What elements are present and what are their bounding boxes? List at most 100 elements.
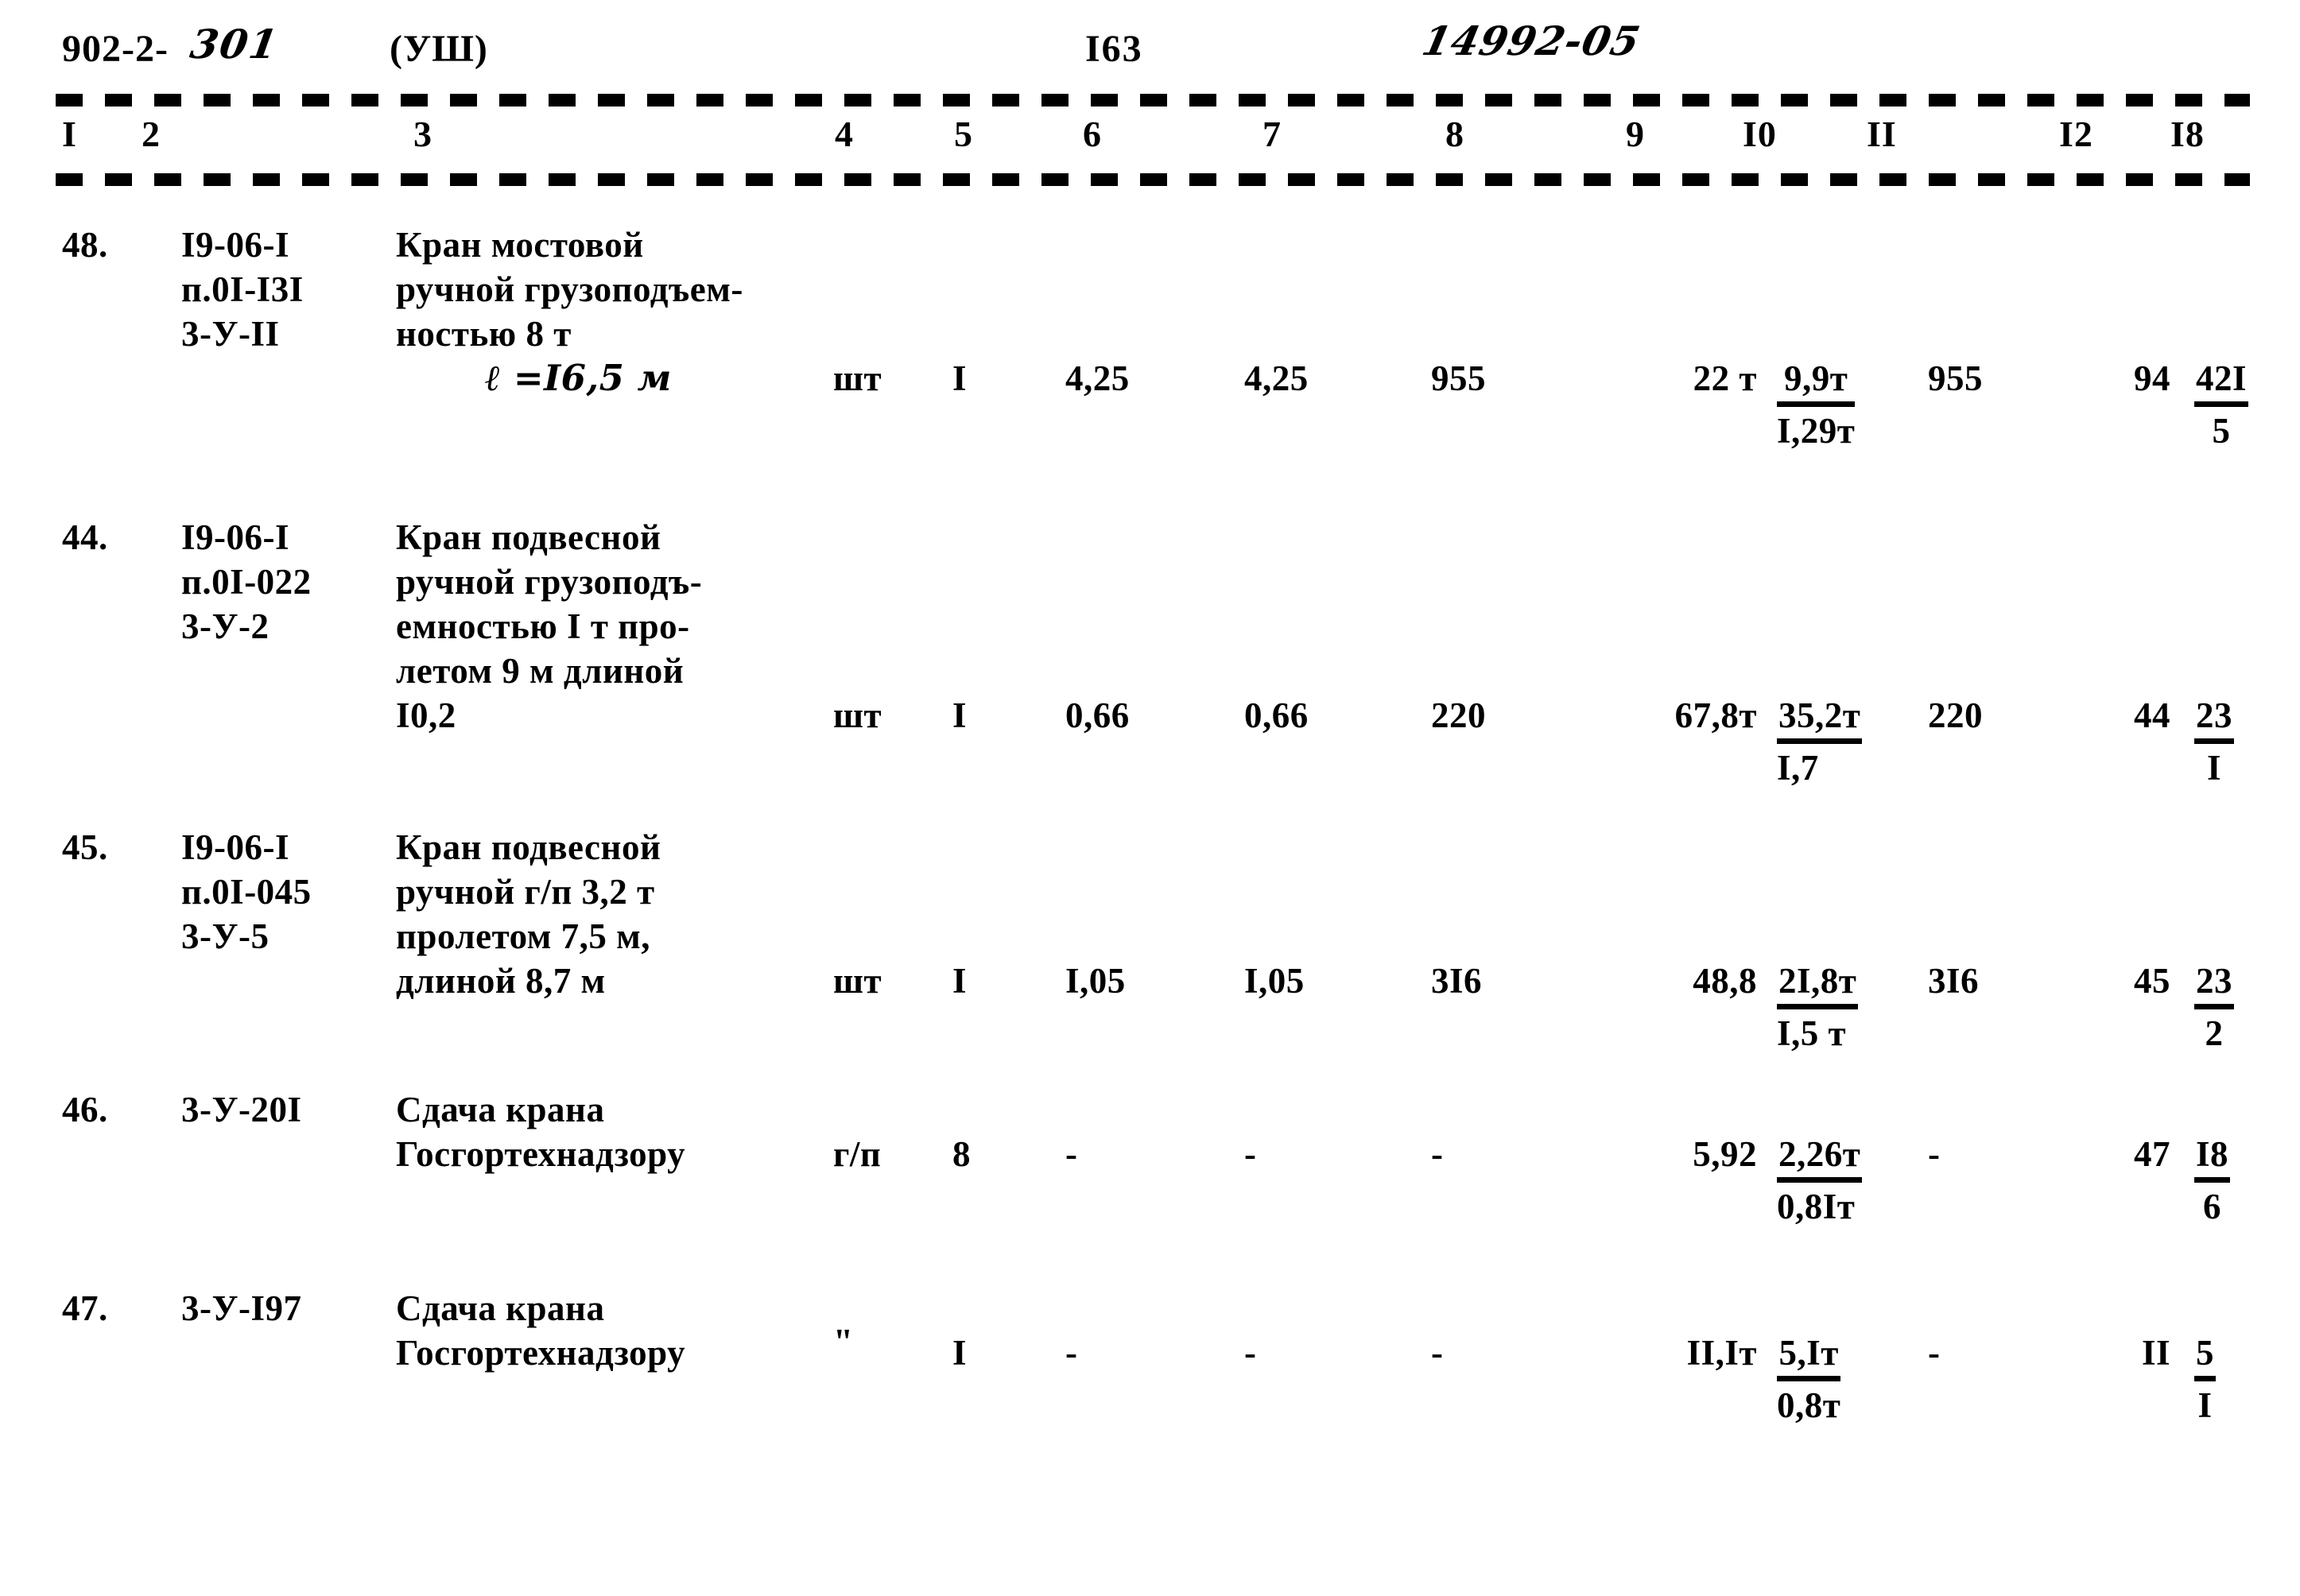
- fraction-numerator: 9,9т: [1777, 356, 1856, 407]
- row-col8: -: [1431, 1134, 1444, 1174]
- handwritten-album-number: 301: [187, 21, 283, 68]
- column-header-11: II: [1867, 114, 1897, 154]
- row-description-line: ручной грузоподъ-: [396, 562, 703, 602]
- row-col12: II: [2141, 1333, 2170, 1373]
- row-unit: ": [833, 1322, 853, 1362]
- row-col13-fraction: 23 I: [2194, 693, 2300, 790]
- series-code: 902-2-: [62, 28, 169, 70]
- dashed-rule-bottom: [56, 173, 2250, 186]
- row-col10-fraction: 2I,8т I,5 т: [1777, 959, 1928, 1056]
- row-code-line: 3-У-5: [181, 916, 270, 956]
- row-number: 44.: [62, 517, 108, 557]
- fraction-denominator: I,7: [1777, 748, 1819, 788]
- row-col9: 48,8: [1693, 961, 1757, 1001]
- row-col6: 0,66: [1065, 695, 1130, 735]
- row-col12: 94: [2134, 358, 2170, 398]
- row-col10-fraction: 35,2т I,7: [1777, 693, 1928, 790]
- row-description-line: Госгортехнадзору: [396, 1333, 686, 1373]
- row-description-line: Кран подвесной: [396, 517, 661, 557]
- row-col11: 3I6: [1928, 961, 1980, 1001]
- row-description-line: ручной грузоподъем-: [396, 269, 743, 309]
- row-quantity: I: [952, 358, 968, 398]
- row-description-line: Кран подвесной: [396, 827, 661, 867]
- fraction-numerator: 5,Iт: [1777, 1331, 1841, 1381]
- column-header-9: 9: [1626, 114, 1645, 154]
- row-code-line: п.0I-022: [181, 562, 312, 602]
- row-description-line: емностью I т про-: [396, 606, 690, 646]
- row-col12: 45: [2134, 961, 2170, 1001]
- row-col11: 955: [1928, 358, 1983, 398]
- row-number: 46.: [62, 1090, 108, 1129]
- row-col9: 67,8т: [1674, 695, 1757, 735]
- row-code-line: I9-06-I: [181, 225, 289, 265]
- row-description-line: I0,2: [396, 695, 456, 735]
- fraction-denominator: I: [2197, 1385, 2213, 1425]
- row-description-line: пролетом 7,5 м,: [396, 916, 651, 956]
- column-header-10: I0: [1743, 114, 1777, 154]
- row-number: 47.: [62, 1288, 108, 1328]
- column-header-8: 8: [1445, 114, 1464, 154]
- fraction-numerator: 23: [2194, 693, 2234, 744]
- document-header: 902-2- 301 (УШ) I63 14992-05: [0, 16, 2300, 84]
- table-row: 47. 3-У-I97 Сдача крана Госгортехнадзору…: [0, 1273, 2300, 1472]
- row-col10-fraction: 2,26т 0,8Iт: [1777, 1132, 1928, 1229]
- fraction-denominator: I,5 т: [1777, 1013, 1847, 1053]
- fraction-numerator: 23: [2194, 959, 2234, 1009]
- row-description-line: длиной 8,7 м: [396, 961, 606, 1001]
- row-col7: I,05: [1244, 961, 1305, 1001]
- row-col10-fraction: 9,9т I,29т: [1777, 356, 1928, 453]
- row-unit: г/п: [833, 1134, 882, 1174]
- row-col6: -: [1065, 1333, 1078, 1373]
- fraction-numerator: 2,26т: [1777, 1132, 1863, 1183]
- row-code-line: п.0I-I3I: [181, 269, 304, 309]
- column-header-7: 7: [1262, 114, 1282, 154]
- row-col13-fraction: I8 6: [2194, 1132, 2300, 1229]
- row-code-line: 3-У-I97: [181, 1288, 302, 1328]
- column-header-4: 4: [835, 114, 854, 154]
- fraction-denominator: I,29т: [1777, 411, 1856, 451]
- row-col13-fraction: 5I: [2194, 1331, 2300, 1427]
- row-col13-fraction: 42I 5: [2194, 356, 2300, 453]
- dashed-rule-top: [56, 94, 2250, 107]
- fraction-denominator: 0,8Iт: [1777, 1187, 1856, 1226]
- scanned-document-page: 902-2- 301 (УШ) I63 14992-05 I 2 3 4 5 6…: [0, 0, 2300, 1596]
- row-col11: -: [1928, 1333, 1941, 1373]
- row-code-line: 3-У-20I: [181, 1090, 302, 1129]
- row-quantity: I: [952, 1333, 968, 1373]
- table-row: 45. I9-06-I п.0I-045 3-У-5 Кран подвесно…: [0, 811, 2300, 1075]
- row-number: 48.: [62, 225, 108, 265]
- row-code-line: 3-У-II: [181, 314, 280, 354]
- row-unit: шт: [833, 358, 882, 398]
- row-col11: 220: [1928, 695, 1983, 735]
- fraction-denominator: I: [2206, 748, 2221, 788]
- row-unit: шт: [833, 961, 882, 1001]
- table-row: 44. I9-06-I п.0I-022 3-У-2 Кран подвесно…: [0, 501, 2300, 811]
- fraction-numerator: 35,2т: [1777, 693, 1863, 744]
- row-col6: I,05: [1065, 961, 1126, 1001]
- fraction-denominator: 5: [2212, 411, 2231, 451]
- row-quantity: 8: [952, 1134, 971, 1174]
- table-row: 48. I9-06-I п.0I-I3I 3-У-II Кран мостово…: [0, 205, 2300, 501]
- row-code-line: I9-06-I: [181, 827, 289, 867]
- row-col6: 4,25: [1065, 358, 1130, 398]
- column-header-1: I: [62, 114, 77, 154]
- row-description-line: Сдача крана: [396, 1288, 605, 1328]
- row-col12: 47: [2134, 1134, 2170, 1174]
- table-body: 48. I9-06-I п.0I-I3I 3-У-II Кран мостово…: [0, 205, 2300, 1472]
- row-col12: 44: [2134, 695, 2170, 735]
- row-code-line: п.0I-045: [181, 872, 312, 912]
- row-col7: 4,25: [1244, 358, 1309, 398]
- row-quantity: I: [952, 961, 968, 1001]
- row-description-line: ℓ =I6,5 м: [485, 357, 672, 399]
- volume-part-label: (УШ): [390, 28, 488, 70]
- row-col8: 3I6: [1431, 961, 1483, 1001]
- row-description-line: Госгортехнадзору: [396, 1134, 686, 1174]
- row-description-line: Кран мостовой: [396, 225, 644, 265]
- fraction-denominator: 0,8т: [1777, 1385, 1841, 1425]
- row-col8: -: [1431, 1333, 1444, 1373]
- row-col10-fraction: 5,Iт 0,8т: [1777, 1331, 1928, 1427]
- row-code-line: 3-У-2: [181, 606, 270, 646]
- fraction-denominator: 2: [2205, 1013, 2224, 1053]
- fraction-numerator: 42I: [2194, 356, 2249, 407]
- row-description-line: ручной г/п 3,2 т: [396, 872, 655, 912]
